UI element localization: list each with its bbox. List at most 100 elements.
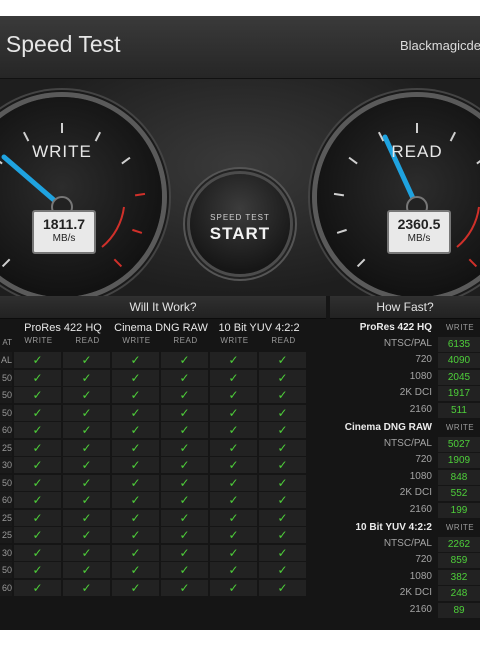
checkmark-icon: ✓ — [259, 439, 306, 456]
checkmark-icon: ✓ — [259, 492, 306, 508]
write-speed-unit: MB/s — [52, 233, 76, 244]
brand-name: Blackmagicdes — [400, 38, 480, 53]
table-row: 60 ✓ ✓ ✓ ✓ ✓ ✓ — [0, 579, 310, 597]
checkmark-icon: ✓ — [14, 509, 61, 526]
checkmark-icon: ✓ — [14, 387, 61, 403]
checkmark-icon: ✓ — [210, 562, 257, 578]
write-needle — [1, 154, 65, 210]
app-title: k Speed Test — [0, 31, 121, 57]
row-label: 25 — [0, 509, 12, 526]
write-gauge-label: WRITE — [32, 142, 92, 161]
frame-rate-value: 1917 — [438, 386, 480, 401]
frame-rate-value: 5027 — [438, 436, 480, 452]
read-gauge-dial — [333, 123, 480, 268]
format-header-row: ProRes 422 HQ Cinema DNG RAW 10 Bit YUV … — [0, 320, 310, 336]
resolution-label: NTSC/PAL — [383, 337, 432, 349]
checkmark-icon: ✓ — [63, 439, 110, 456]
checkmark-icon: ✓ — [112, 579, 159, 596]
table-row: 50 ✓ ✓ ✓ ✓ ✓ ✓ — [0, 474, 310, 492]
frame-rate-value: 848 — [438, 469, 480, 485]
title-bar: k Speed Test Blackmagicdes — [0, 16, 480, 79]
resolution-label: 2160 — [409, 403, 432, 415]
row-label: 25 — [0, 439, 12, 456]
resolution-label: 2K DCI — [399, 487, 432, 498]
checkmark-icon: ✓ — [210, 439, 257, 456]
checkmark-icon: ✓ — [63, 492, 110, 508]
checkmark-icon: ✓ — [14, 474, 61, 491]
table-row: 50 ✓ ✓ ✓ ✓ ✓ ✓ — [0, 387, 310, 404]
checkmark-icon: ✓ — [63, 579, 110, 596]
checkmark-icon: ✓ — [63, 352, 110, 368]
checkmark-icon: ✓ — [161, 492, 208, 508]
checkmark-icon: ✓ — [259, 509, 306, 526]
checkmark-icon: ✓ — [112, 492, 159, 508]
row-label: 50 — [0, 474, 12, 491]
frame-rate-value: 1909 — [438, 453, 480, 468]
checkmark-icon: ✓ — [63, 562, 110, 578]
checkmark-icon: ✓ — [112, 527, 159, 543]
checkmark-icon: ✓ — [63, 404, 110, 421]
checkmark-icon: ✓ — [161, 352, 208, 368]
checkmark-icon: ✓ — [112, 387, 159, 403]
table-row: AL ✓ ✓ ✓ ✓ ✓ ✓ — [0, 352, 310, 369]
corner-label: AT — [2, 338, 12, 347]
frame-rate-value: 2045 — [438, 369, 480, 385]
read-column-label: READ — [75, 336, 100, 345]
checkmark-icon: ✓ — [14, 422, 61, 438]
table-row: 50 ✓ ✓ ✓ ✓ ✓ ✓ — [0, 404, 310, 422]
checkmark-icon: ✓ — [14, 439, 61, 456]
frame-rate-value: 511 — [438, 402, 480, 418]
speed-test-start-button[interactable]: SPEED TEST START — [190, 174, 290, 274]
checkmark-icon: ✓ — [112, 474, 159, 491]
checkmark-icon: ✓ — [259, 352, 306, 368]
checkmark-icon: ✓ — [259, 404, 306, 421]
resolution-label: 2160 — [409, 603, 432, 615]
row-label: 50 — [0, 562, 12, 578]
checkmark-icon: ✓ — [259, 544, 306, 561]
resolution-label: NTSC/PAL — [383, 537, 432, 549]
resolution-label: 1080 — [409, 470, 432, 482]
checkmark-icon: ✓ — [14, 579, 61, 596]
frame-rate-value: 382 — [438, 569, 480, 585]
frame-rate-value: 199 — [438, 502, 480, 518]
checkmark-icon: ✓ — [210, 544, 257, 561]
row-label: 30 — [0, 544, 12, 561]
checkmark-icon: ✓ — [14, 492, 61, 508]
checkmark-icon: ✓ — [63, 422, 110, 438]
checkmark-icon: ✓ — [259, 527, 306, 543]
format-label: 10 Bit YUV 4:2:2 — [218, 322, 300, 334]
checkmark-icon: ✓ — [259, 369, 306, 386]
write-column-label: WRITE — [122, 336, 151, 345]
checkmark-icon: ✓ — [63, 509, 110, 526]
row-label: 60 — [0, 492, 12, 508]
frame-rate-value: 552 — [438, 486, 480, 501]
checkmark-icon: ✓ — [210, 352, 257, 368]
start-button-label: START — [209, 224, 271, 243]
will-it-work-header: Will It Work? — [0, 296, 326, 319]
frame-rate-value: 89 — [438, 602, 480, 618]
table-row: 25 ✓ ✓ ✓ ✓ ✓ ✓ — [0, 439, 310, 457]
table-row: 25 ✓ ✓ ✓ ✓ ✓ ✓ — [0, 527, 310, 544]
format-label: ProRes 422 HQ — [24, 322, 102, 334]
resolution-label: 2K DCI — [399, 387, 432, 398]
checkmark-icon: ✓ — [63, 369, 110, 386]
row-label: 60 — [0, 579, 12, 596]
checkmark-icon: ✓ — [161, 369, 208, 386]
frame-rate-value: 2262 — [438, 536, 480, 552]
checkmark-icon: ✓ — [259, 387, 306, 403]
results-panel: Will It Work? How Fast? ProRes 422 HQ Ci… — [0, 296, 480, 630]
checkmark-icon: ✓ — [210, 422, 257, 438]
checkmark-icon: ✓ — [112, 562, 159, 578]
checkmark-icon: ✓ — [161, 387, 208, 403]
checkmark-icon: ✓ — [14, 562, 61, 578]
table-row: 30 ✓ ✓ ✓ ✓ ✓ ✓ — [0, 544, 310, 562]
read-gauge-label: READ — [391, 142, 443, 161]
checkmark-icon: ✓ — [210, 369, 257, 386]
read-speed-unit: MB/s — [407, 233, 431, 244]
write-speed-value: 1811.7 — [42, 216, 86, 232]
checkmark-icon: ✓ — [259, 579, 306, 596]
checkmark-icon: ✓ — [112, 457, 159, 473]
format-group-title: Cinema DNG RAW — [344, 422, 432, 433]
read-column-label: READ — [173, 336, 198, 345]
resolution-label: 720 — [415, 554, 432, 565]
